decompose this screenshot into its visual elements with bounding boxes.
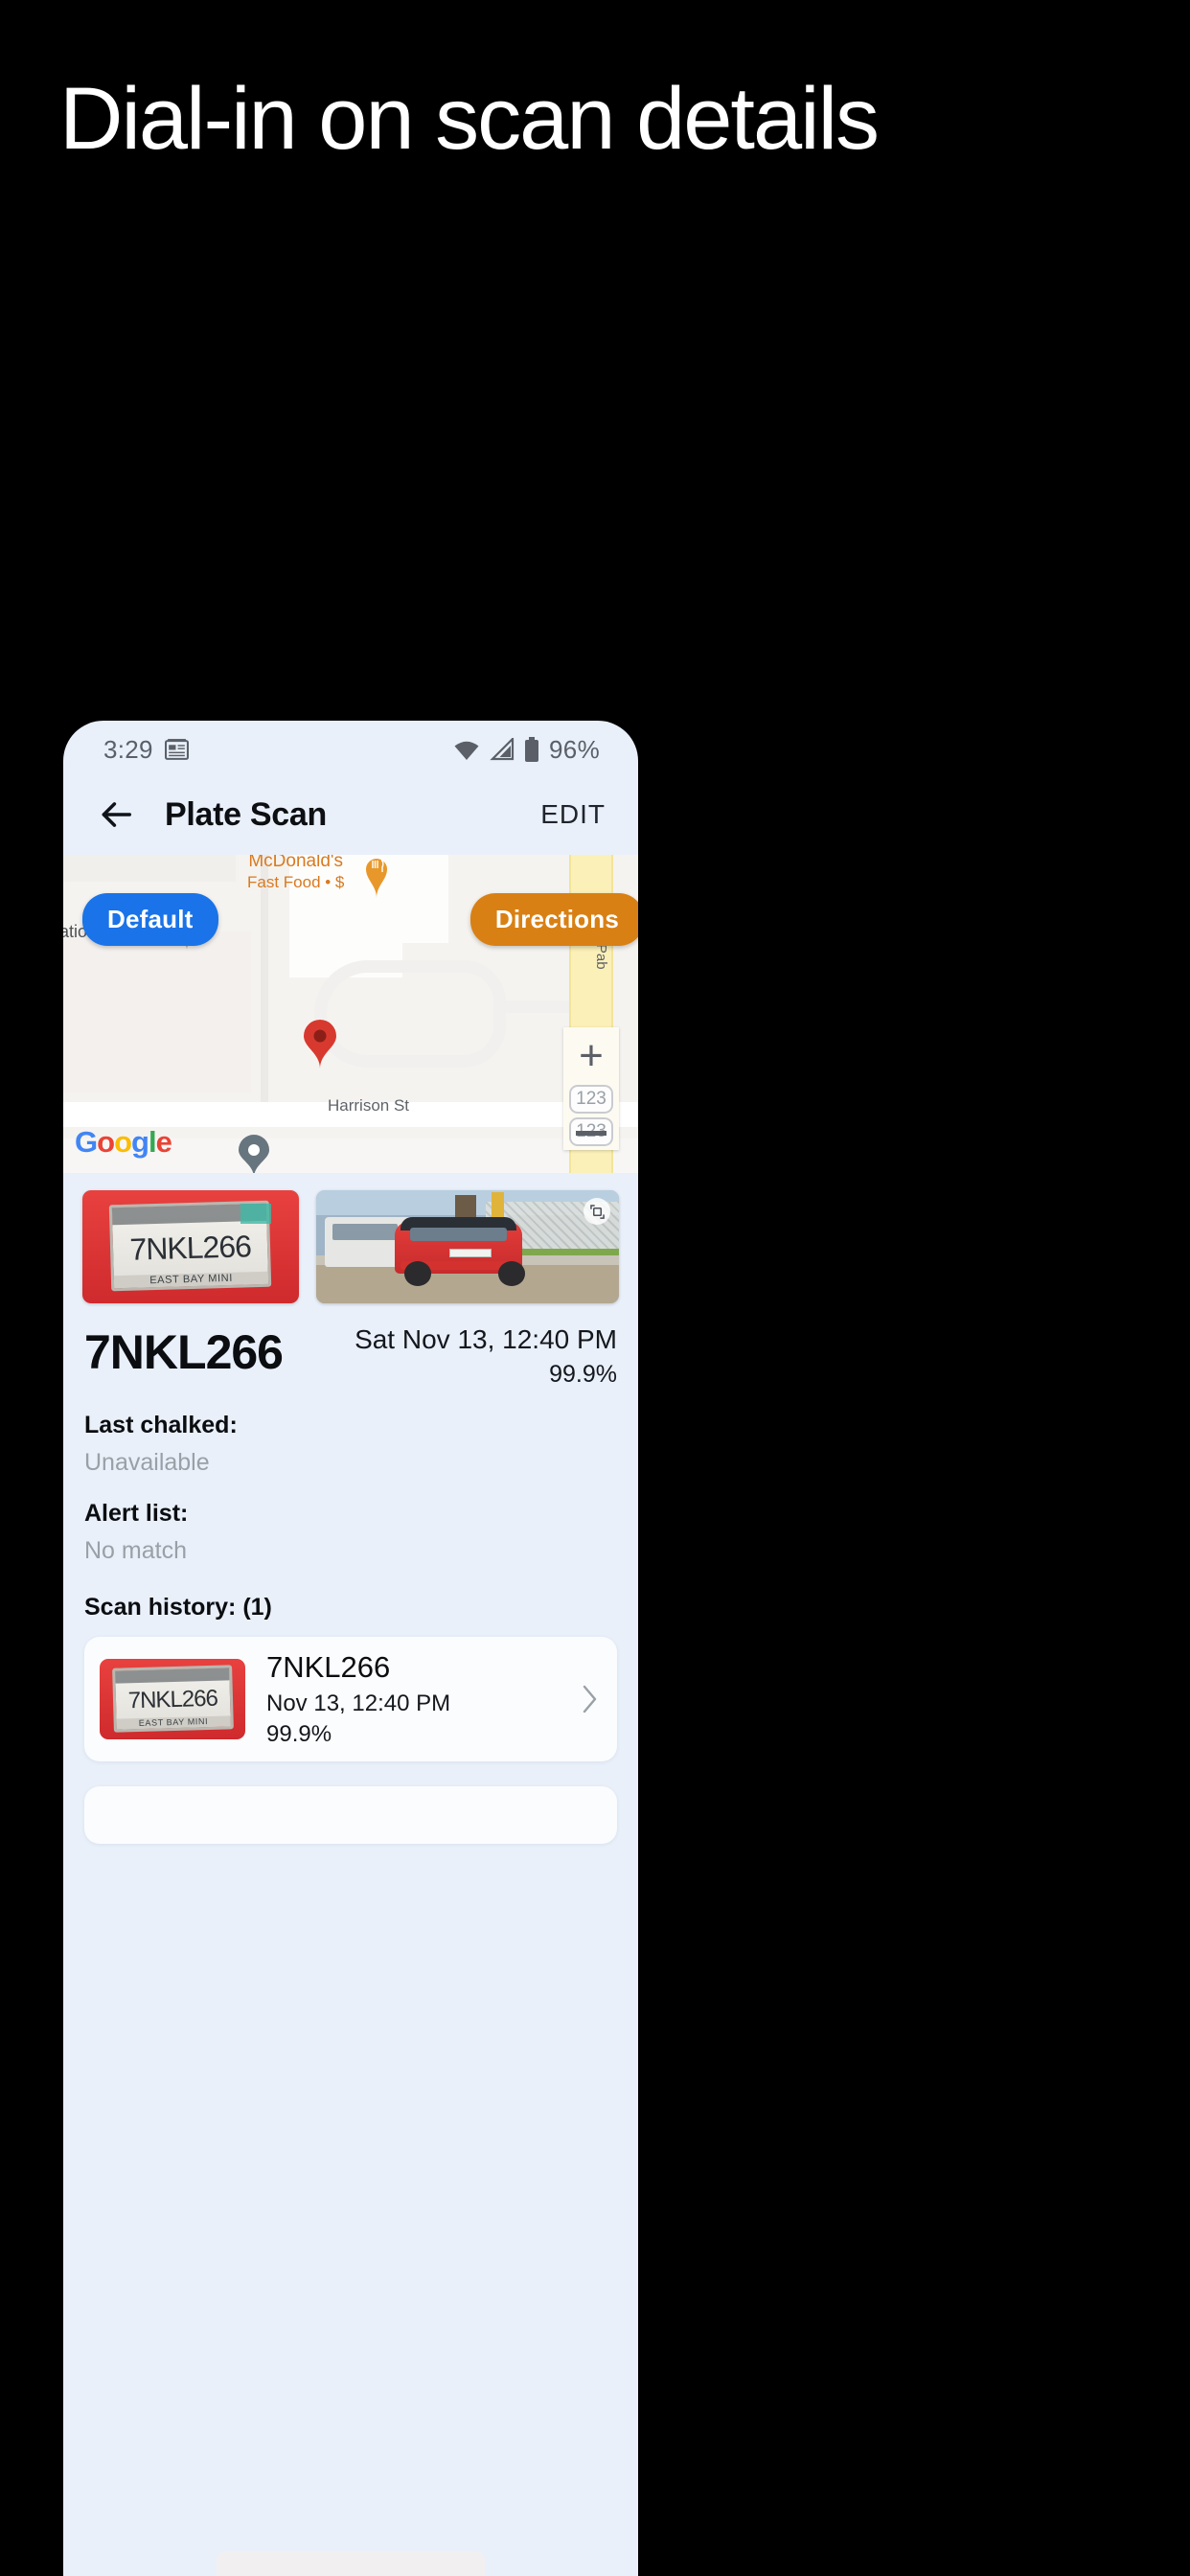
location-pin-gray[interactable] — [238, 1135, 270, 1173]
map-street-label-horizontal: Harrison St — [328, 1096, 410, 1115]
page-title: Dial-in on scan details — [59, 70, 880, 168]
history-info: 7NKL266 Nov 13, 12:40 PM 99.9% — [266, 1650, 450, 1748]
status-time: 3:29 — [103, 734, 153, 764]
map-minor-road — [261, 855, 268, 1106]
history-date: Nov 13, 12:40 PM — [266, 1690, 451, 1716]
zoom-in-button[interactable]: + — [563, 1027, 619, 1085]
map-poi-subtitle: Fast Food • $ — [247, 873, 345, 891]
plate-face: 7NKL266 EAST BAY MINI — [111, 1664, 234, 1733]
route-shield-icon: 123 — [569, 1085, 613, 1114]
map-parcel — [63, 855, 236, 882]
cellular-signal-icon — [490, 738, 515, 761]
chevron-right-icon[interactable] — [577, 1681, 602, 1717]
scan-timestamp: Sat Nov 13, 12:40 PM — [355, 1324, 617, 1354]
directions-button[interactable]: Directions — [469, 893, 638, 946]
field-label: Alert list: — [84, 1500, 189, 1527]
field-label: Last chalked: — [84, 1412, 238, 1438]
plate-crop-number: 7NKL266 — [129, 1229, 252, 1267]
map-poi-label: McDonald's Fast Food • $ — [247, 855, 344, 892]
scan-history-heading: Scan history: (1) — [84, 1594, 272, 1621]
history-plate: 7NKL266 — [266, 1650, 391, 1684]
edit-button[interactable]: EDIT — [540, 799, 606, 830]
location-pin-red[interactable] — [303, 1020, 337, 1070]
plate-header-band — [114, 1667, 229, 1684]
plate-summary: 7NKL266 Sat Nov 13, 12:40 PM 99.9% — [63, 1303, 638, 1389]
map-loop-road — [314, 960, 506, 1068]
vehicle-photo[interactable] — [316, 1190, 619, 1303]
plate-sticker — [240, 1204, 271, 1225]
map-parcel — [63, 932, 251, 1092]
app-bar: Plate Scan EDIT — [63, 774, 638, 855]
map-zoom-controls[interactable]: + 123 123 — [563, 1027, 619, 1150]
photo-wheel — [497, 1261, 526, 1287]
photo-suv-window — [332, 1223, 399, 1241]
google-attribution: Google — [75, 1125, 172, 1159]
back-arrow-icon[interactable] — [98, 796, 134, 833]
map-poi-name: McDonald's — [248, 855, 344, 871]
scan-meta: Sat Nov 13, 12:40 PM 99.9% — [355, 1324, 617, 1389]
field-last-chalked: Last chalked: Unavailable — [63, 1412, 638, 1477]
next-section-card[interactable] — [84, 1786, 617, 1844]
default-button[interactable]: Default — [82, 893, 218, 946]
map-view[interactable]: San Pab McDonald's Fast Food • $ ational — [63, 855, 638, 1173]
photo-mini-window — [409, 1227, 508, 1242]
field-value: Unavailable — [84, 1449, 210, 1476]
zoom-out-button[interactable]: 123 — [569, 1117, 613, 1146]
map-road-stem — [494, 1000, 569, 1013]
battery-icon — [524, 736, 539, 763]
scan-confidence: 99.9% — [549, 1361, 617, 1388]
scan-detail-content: 7NKL266 EAST BAY MINI 7NKL266 Sat Nov 13… — [63, 1173, 638, 1844]
bottom-strip — [63, 2547, 638, 2576]
battery-percent: 96% — [549, 734, 600, 764]
scan-images-row: 7NKL266 EAST BAY MINI — [63, 1173, 638, 1303]
expand-photo-icon[interactable] — [584, 1198, 610, 1225]
history-thumbnail: 7NKL266 EAST BAY MINI — [100, 1659, 245, 1739]
phone-mockup: 3:29 96% Plate Scan EDIT Pab McDonald's … — [63, 721, 638, 2576]
field-value: No match — [84, 1537, 187, 1564]
app-bar-title: Plate Scan — [165, 795, 327, 833]
list-item[interactable]: 7NKL266 EAST BAY MINI 7NKL266 Nov 13, 12… — [84, 1637, 617, 1761]
history-thumb-number: 7NKL266 — [127, 1685, 217, 1714]
status-bar: 3:29 96% — [63, 721, 638, 774]
field-alert-list: Alert list: No match — [63, 1500, 638, 1565]
wifi-icon — [453, 738, 480, 761]
news-feed-icon — [164, 738, 189, 762]
photo-mini-plate — [449, 1249, 492, 1257]
plate-crop-image[interactable]: 7NKL266 EAST BAY MINI — [82, 1190, 299, 1303]
partial-bottom-card — [217, 2551, 485, 2576]
history-confidence: 99.9% — [266, 1721, 332, 1747]
plate-number-heading: 7NKL266 — [84, 1325, 284, 1379]
